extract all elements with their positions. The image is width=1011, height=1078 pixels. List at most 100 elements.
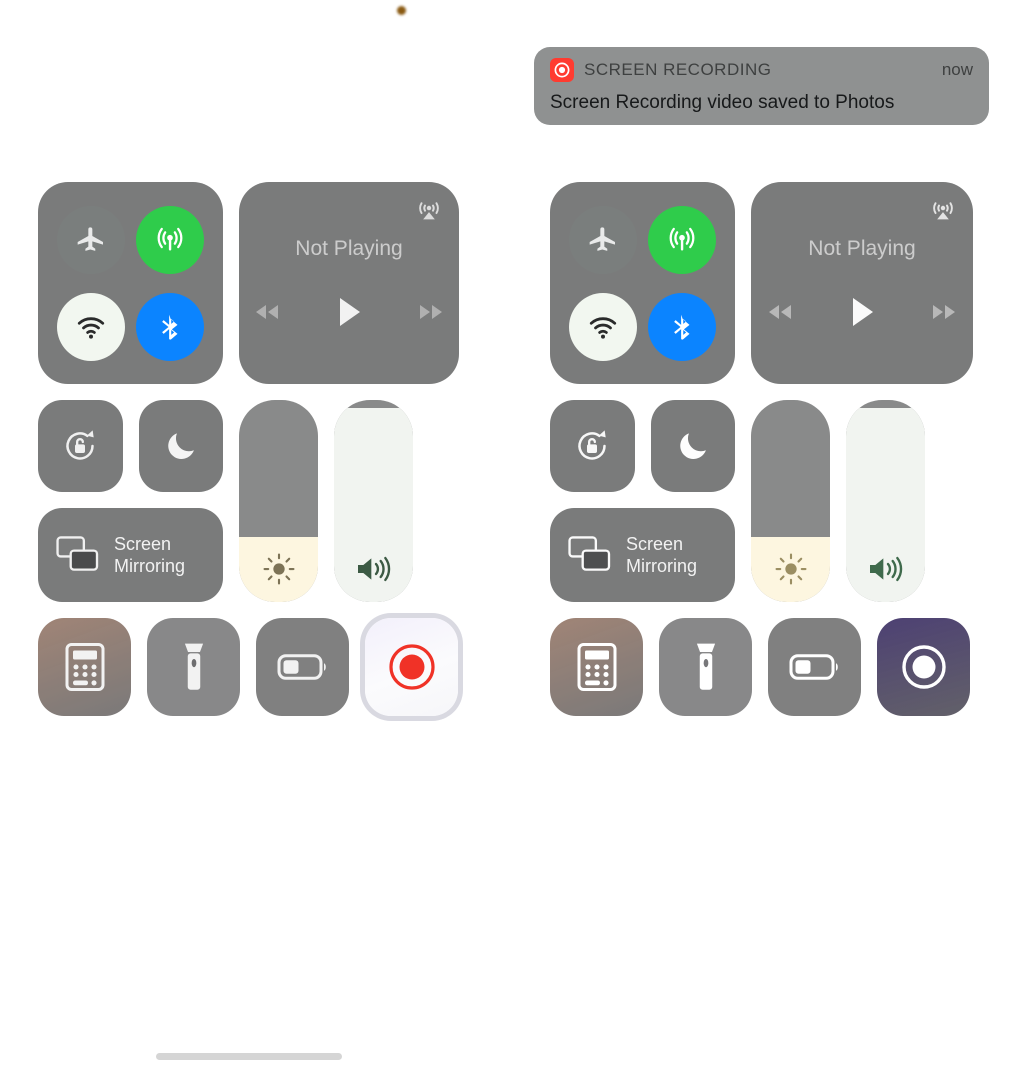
volume-slider[interactable] <box>846 400 925 602</box>
screen-before-recording-active: Jio LTE 70% Not Playing Screen Mirroring <box>0 0 497 1078</box>
carrier-label: Jio LTE <box>583 129 654 152</box>
flashlight-button[interactable] <box>147 618 240 716</box>
carrier-label: Jio LTE <box>71 129 142 152</box>
bluetooth-toggle[interactable] <box>135 292 204 361</box>
rotation-lock-icon <box>66 430 94 460</box>
bluetooth-toggle[interactable] <box>647 292 716 361</box>
low-power-mode-button[interactable] <box>768 618 861 716</box>
connectivity-module <box>550 182 735 384</box>
rotation-lock-icon <box>578 430 606 460</box>
moon-icon <box>680 433 706 460</box>
cellular-data-toggle[interactable] <box>647 205 716 274</box>
screen-recording-button[interactable] <box>877 618 970 716</box>
cellular-data-toggle[interactable] <box>135 205 204 274</box>
control-center-row-2: Screen Mirroring <box>550 400 973 602</box>
rotation-lock-toggle[interactable] <box>38 400 123 492</box>
moon-icon <box>168 433 194 460</box>
control-center-row-1: Not Playing <box>38 182 459 384</box>
toggles-and-mirroring-block: Screen Mirroring <box>550 400 735 602</box>
record-icon <box>388 644 435 690</box>
status-bar: Jio LTE 70% <box>0 126 497 156</box>
airplay-icon[interactable] <box>415 196 443 229</box>
airplane-mode-toggle[interactable] <box>57 205 126 274</box>
flashlight-icon <box>184 643 203 690</box>
calculator-button[interactable] <box>38 618 131 716</box>
screen-mirroring-icon <box>568 536 611 571</box>
battery-percent-label: 70% <box>379 129 422 152</box>
recording-status-dot <box>397 6 406 15</box>
home-indicator[interactable] <box>155 1053 342 1060</box>
panel-divider <box>497 0 512 1078</box>
transport-controls <box>252 295 446 329</box>
wifi-toggle[interactable] <box>57 292 126 361</box>
flashlight-button[interactable] <box>659 618 752 716</box>
flashlight-icon <box>696 643 715 690</box>
play-icon[interactable] <box>847 295 877 329</box>
brightness-slider[interactable] <box>239 400 318 602</box>
toggles-and-mirroring-block: Screen Mirroring <box>38 400 223 602</box>
screen-mirroring-label-line1: Screen <box>114 533 172 554</box>
bluetooth-icon <box>161 314 178 340</box>
airplay-icon[interactable] <box>929 196 957 229</box>
now-playing-label: Not Playing <box>295 237 403 260</box>
fast-forward-icon[interactable] <box>929 300 959 324</box>
location-arrow-icon <box>357 134 371 148</box>
fast-forward-icon[interactable] <box>416 300 446 324</box>
calculator-icon <box>577 643 616 691</box>
control-center: Not Playing Screen Mirroring <box>512 182 1011 716</box>
volume-icon <box>334 552 413 586</box>
wifi-icon <box>590 316 617 339</box>
airplane-mode-toggle[interactable] <box>569 205 638 274</box>
low-power-mode-button[interactable] <box>256 618 349 716</box>
brightness-icon <box>239 552 318 586</box>
calculator-button[interactable] <box>550 618 643 716</box>
volume-slider[interactable] <box>334 400 413 602</box>
location-arrow-icon <box>871 134 885 148</box>
home-indicator[interactable] <box>668 1053 855 1060</box>
do-not-disturb-toggle[interactable] <box>138 400 223 492</box>
screen-mirroring-button[interactable]: Screen Mirroring <box>38 508 223 602</box>
comparison-screenshot: Jio LTE 70% Not Playing Screen Mirroring… <box>0 0 1011 1078</box>
low-power-battery-icon <box>789 654 838 680</box>
wifi-icon <box>78 316 105 339</box>
control-center-row-3 <box>550 618 973 716</box>
screen-mirroring-label-line2: Mirroring <box>114 556 186 576</box>
signal-bars-icon <box>546 133 574 149</box>
record-icon <box>901 645 946 689</box>
cellular-icon <box>157 227 183 250</box>
screen-after-recording-saved: SCREEN RECORDING now Screen Recording vi… <box>512 0 1011 1078</box>
brightness-slider[interactable] <box>751 400 830 602</box>
calculator-icon <box>65 643 104 691</box>
volume-icon <box>846 552 925 586</box>
screen-recording-button[interactable] <box>365 618 458 716</box>
battery-icon <box>943 132 980 150</box>
rewind-icon[interactable] <box>252 300 282 324</box>
screen-mirroring-label-line1: Screen <box>626 533 684 554</box>
control-center-row-3 <box>38 618 459 716</box>
screen-mirroring-label-line2: Mirroring <box>626 556 698 576</box>
brightness-icon <box>751 552 830 586</box>
wifi-toggle[interactable] <box>569 292 638 361</box>
screen-recording-app-icon <box>550 58 574 82</box>
do-not-disturb-toggle[interactable] <box>650 400 735 492</box>
now-playing-module[interactable]: Not Playing <box>239 182 459 384</box>
now-playing-module[interactable]: Not Playing <box>751 182 973 384</box>
screen-mirroring-button[interactable]: Screen Mirroring <box>550 508 735 602</box>
low-power-battery-icon <box>277 654 326 680</box>
cellular-icon <box>669 227 695 250</box>
play-icon[interactable] <box>334 295 364 329</box>
small-toggle-pair <box>38 400 223 492</box>
bluetooth-icon <box>673 314 690 340</box>
rewind-icon[interactable] <box>765 300 795 324</box>
control-center-row-1: Not Playing <box>550 182 973 384</box>
airplane-icon <box>77 226 104 251</box>
rotation-lock-toggle[interactable] <box>550 400 635 492</box>
airplane-icon <box>589 226 616 251</box>
control-center-row-2: Screen Mirroring <box>38 400 459 602</box>
connectivity-module <box>38 182 223 384</box>
now-playing-label: Not Playing <box>808 237 916 260</box>
battery-icon <box>429 132 466 150</box>
control-center: Not Playing Screen Mirroring <box>0 182 497 716</box>
notification-title: SCREEN RECORDING <box>584 60 772 79</box>
screen-recording-notification[interactable]: SCREEN RECORDING now Screen Recording vi… <box>534 47 989 125</box>
